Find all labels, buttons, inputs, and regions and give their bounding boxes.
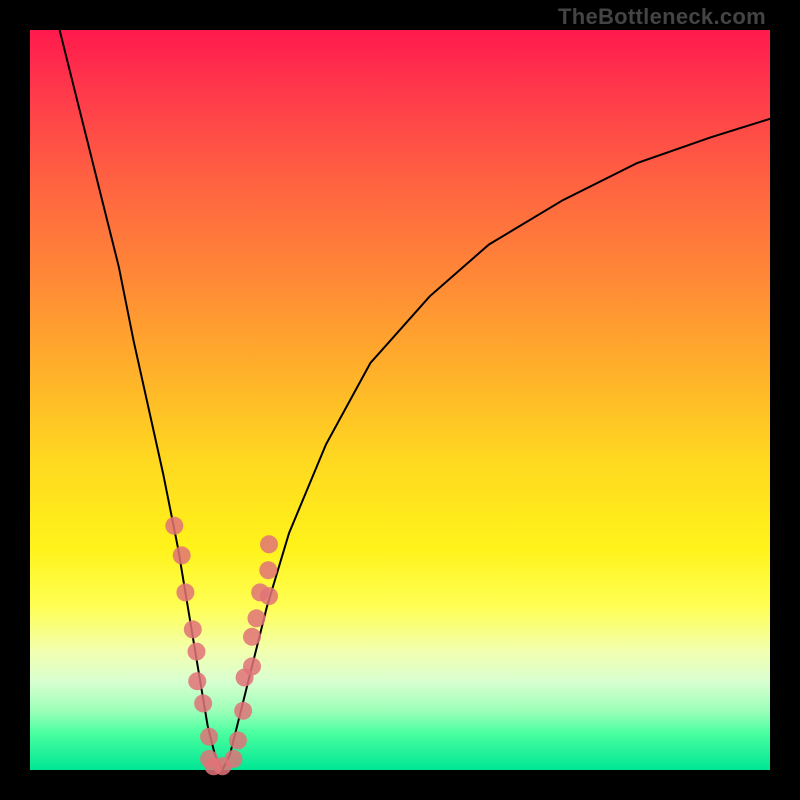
marker-point [243,628,261,646]
marker-point [176,583,194,601]
marker-point [194,694,212,712]
markers-group [165,517,278,776]
chart-frame: TheBottleneck.com [0,0,800,800]
marker-point [247,609,265,627]
marker-point [243,657,261,675]
marker-point [173,546,191,564]
marker-point [184,620,202,638]
marker-point [188,643,206,661]
marker-point [260,587,278,605]
marker-point [234,702,252,720]
marker-point [259,561,277,579]
marker-point [229,731,247,749]
series-right-branch [222,119,770,770]
attribution-label: TheBottleneck.com [558,4,766,30]
line-series-group [60,30,770,770]
chart-svg [30,30,770,770]
marker-point [188,672,206,690]
plot-area [30,30,770,770]
marker-point [165,517,183,535]
marker-point [225,750,243,768]
marker-point [260,535,278,553]
marker-point [200,728,218,746]
